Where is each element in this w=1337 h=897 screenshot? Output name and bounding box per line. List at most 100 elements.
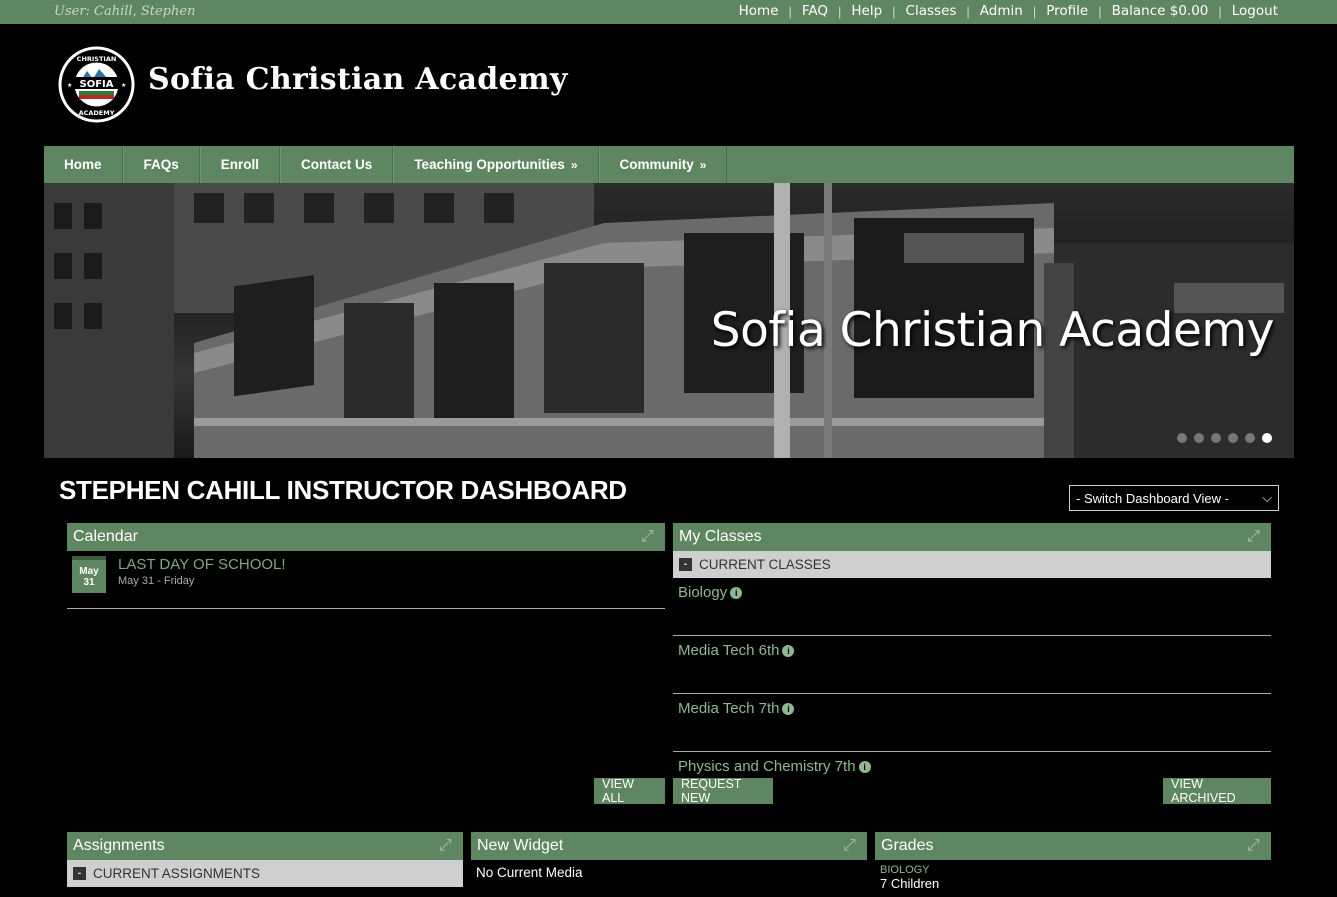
switch-dashboard-view-select[interactable]: - Switch Dashboard View - ⌵ (1069, 485, 1279, 511)
top-link-classes[interactable]: Classes (898, 3, 965, 19)
calendar-event[interactable]: May 31 LAST DAY OF SCHOOL! May 31 - Frid… (72, 556, 286, 593)
list-item: Media Tech 6th i (673, 636, 1271, 694)
no-media-text: No Current Media (476, 865, 583, 880)
calendar-header: Calendar ⤢ (67, 523, 665, 551)
view-all-button[interactable]: VIEW ALL (594, 777, 665, 805)
request-new-button[interactable]: REQUEST NEW (673, 777, 773, 805)
logo-mid-text: SOFIA (80, 79, 114, 90)
grades-header: Grades ⤢ (875, 832, 1271, 860)
brand-name[interactable]: Sofia Christian Academy (148, 62, 568, 97)
nav-label: Teaching Opportunities (414, 157, 565, 172)
top-link-home[interactable]: Home (731, 3, 787, 19)
widget-title: Calendar (73, 528, 138, 545)
widget-title: My Classes (679, 528, 762, 545)
assignments-widget: Assignments ⤢ - CURRENT ASSIGNMENTS (67, 832, 463, 897)
widget-title: Grades (881, 837, 934, 854)
expand-icon[interactable]: ⤢ (641, 528, 659, 546)
expand-icon[interactable]: ⤢ (843, 837, 861, 855)
banner-title: Sofia Christian Academy (710, 303, 1275, 358)
info-icon[interactable]: i (782, 703, 795, 716)
new-widget-header: New Widget ⤢ (471, 832, 867, 860)
slide-dot[interactable] (1177, 433, 1187, 443)
top-link-faq[interactable]: FAQ (794, 3, 836, 19)
widget-title: Assignments (73, 837, 165, 854)
grade-children: 7 Children (880, 876, 940, 891)
top-link-help[interactable]: Help (843, 3, 890, 19)
top-bar: User: Cahill, Stephen Home | FAQ | Help | C… (0, 0, 1337, 24)
nav-item-home[interactable]: Home (44, 146, 123, 183)
nav-item-teaching-opportunities[interactable]: Teaching Opportunities » (393, 146, 599, 183)
slide-dot[interactable] (1211, 433, 1221, 443)
top-nav: Home | FAQ | Help | Classes | Admin | Profile… (731, 3, 1286, 19)
nav-item-enroll[interactable]: Enroll (199, 146, 281, 183)
assignments-header: Assignments ⤢ (67, 832, 463, 860)
class-link[interactable]: Media Tech 7th (678, 700, 779, 717)
calendar-widget: Calendar ⤢ May 31 LAST DAY OF SCHOOL! Ma… (67, 523, 665, 609)
nav-item-faqs[interactable]: FAQs (122, 146, 200, 183)
class-link[interactable]: Physics and Chemistry 7th (678, 758, 856, 775)
my-classes-widget: My Classes ⤢ - CURRENT CLASSES Biology i … (673, 523, 1271, 776)
separator: | (966, 3, 970, 19)
separator: | (1098, 3, 1102, 19)
separator: | (892, 3, 896, 19)
expand-icon[interactable]: ⤢ (1247, 528, 1265, 546)
section-label: CURRENT ASSIGNMENTS (93, 866, 261, 881)
current-classes-section[interactable]: - CURRENT CLASSES (673, 551, 1271, 578)
section-label: CURRENT CLASSES (699, 557, 831, 572)
top-link-logout[interactable]: Logout (1224, 3, 1286, 19)
date-month: May (79, 565, 99, 577)
hero-banner: Sofia Christian Academy (44, 183, 1294, 458)
info-icon[interactable]: i (858, 761, 871, 774)
my-classes-header: My Classes ⤢ (673, 523, 1271, 551)
top-link-profile[interactable]: Profile (1038, 3, 1096, 19)
class-link[interactable]: Biology (678, 584, 727, 601)
nav-item-contact-us[interactable]: Contact Us (280, 146, 394, 183)
separator: | (1218, 3, 1222, 19)
list-item: Biology i (673, 578, 1271, 636)
school-logo[interactable]: SOFIA CHRISTIAN ACADEMY ★ ★ (57, 45, 136, 124)
slide-dot-active[interactable] (1262, 433, 1272, 443)
expand-icon[interactable]: ⤢ (439, 837, 457, 855)
nav-label: Home (64, 157, 102, 172)
slider-dots (1177, 433, 1272, 443)
list-item: Physics and Chemistry 7th i (673, 752, 1271, 776)
separator: | (788, 3, 792, 19)
widget-title: New Widget (477, 837, 564, 854)
slide-dot[interactable] (1228, 433, 1238, 443)
separator: | (837, 3, 842, 19)
slide-dot[interactable] (1194, 433, 1204, 443)
info-icon[interactable]: i (730, 587, 743, 600)
top-link-balance[interactable]: Balance $0.00 (1104, 3, 1217, 19)
submenu-arrow-icon: » (699, 157, 707, 172)
svg-text:★: ★ (67, 82, 72, 89)
submenu-arrow-icon: » (570, 157, 578, 172)
info-icon[interactable]: i (782, 645, 795, 658)
nav-label: Community (619, 157, 694, 172)
page-title: STEPHEN CAHILL INSTRUCTOR DASHBOARD (59, 475, 627, 505)
class-link[interactable]: Media Tech 6th (678, 642, 779, 659)
nav-item-community[interactable]: Community » (598, 146, 728, 183)
select-value: - Switch Dashboard View - (1076, 490, 1229, 506)
expand-icon[interactable]: ⤢ (1247, 837, 1265, 855)
collapse-icon[interactable]: - (73, 867, 86, 880)
view-archived-button[interactable]: VIEW ARCHIVED (1163, 777, 1271, 805)
logo-bottom-text: ACADEMY (79, 109, 115, 117)
grades-widget: Grades ⤢ BIOLOGY 7 Children (875, 832, 1271, 897)
current-assignments-section[interactable]: - CURRENT ASSIGNMENTS (67, 860, 463, 887)
date-day: 31 (83, 576, 95, 588)
new-widget: New Widget ⤢ No Current Media (471, 832, 867, 897)
nav-label: Contact Us (301, 157, 373, 172)
event-date: May 31 - Friday (118, 575, 195, 587)
event-title[interactable]: LAST DAY OF SCHOOL! (118, 556, 286, 573)
nav-label: FAQs (143, 157, 179, 172)
separator: | (1032, 3, 1037, 19)
collapse-icon[interactable]: - (679, 558, 692, 571)
list-item: Media Tech 7th i (673, 694, 1271, 752)
nav-label: Enroll (220, 157, 260, 172)
main-nav: Home FAQs Enroll Contact Us Teaching Opp… (44, 146, 1294, 183)
slide-dot[interactable] (1245, 433, 1255, 443)
grade-course[interactable]: BIOLOGY (880, 864, 1266, 876)
date-badge: May 31 (72, 556, 106, 593)
top-link-admin[interactable]: Admin (972, 3, 1031, 19)
logo-top-text: CHRISTIAN (77, 55, 117, 63)
